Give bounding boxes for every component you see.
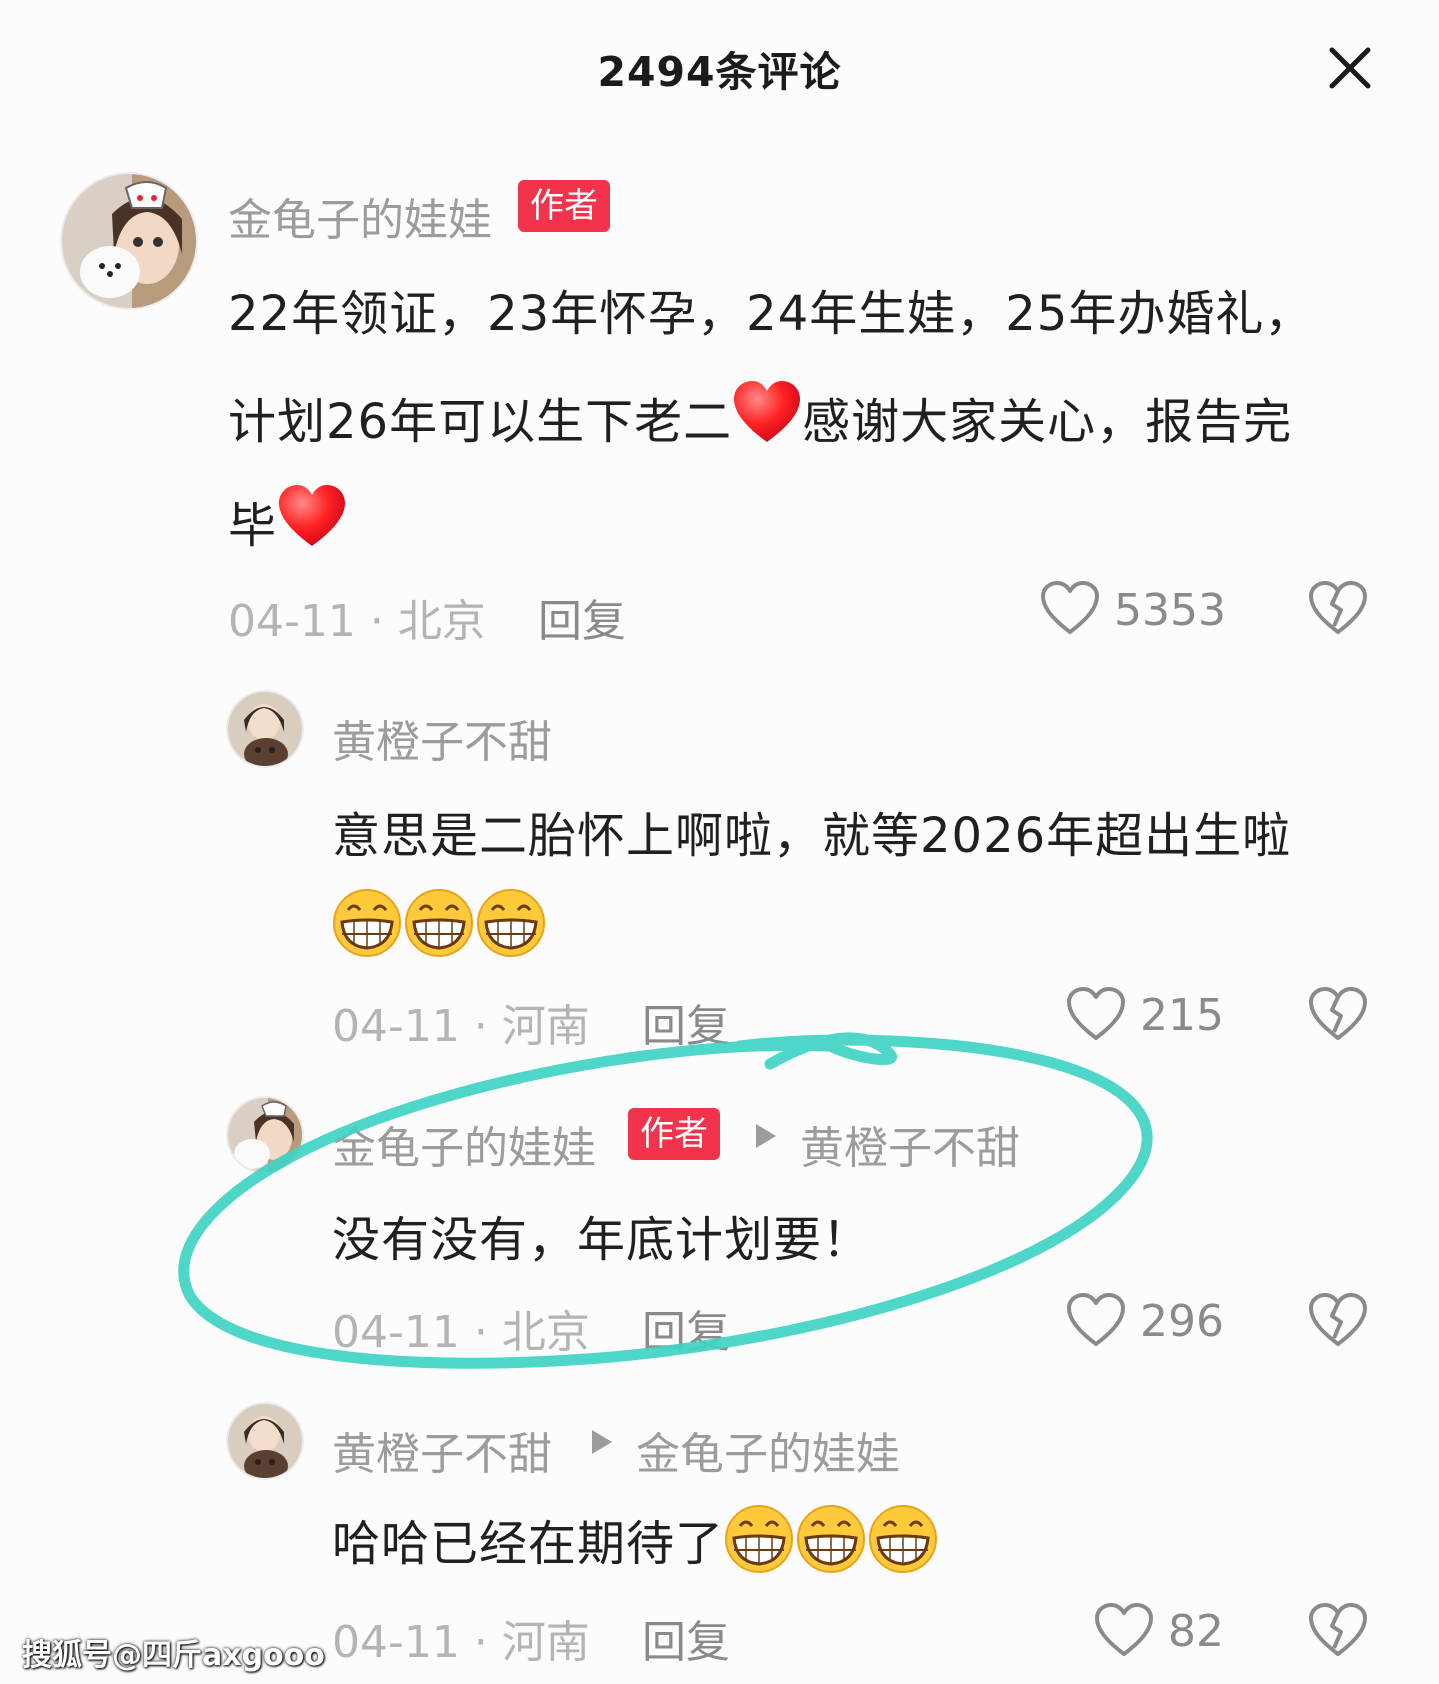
avatar-image bbox=[228, 1404, 302, 1478]
grinning-emoji bbox=[797, 1505, 866, 1573]
comment-username[interactable]: 金龟子的娃娃 bbox=[332, 1112, 596, 1176]
like-count: 5353 bbox=[1114, 585, 1226, 636]
grinning-emoji bbox=[477, 889, 545, 957]
like-count: 82 bbox=[1168, 1606, 1224, 1657]
heart-outline-icon[interactable] bbox=[1066, 986, 1126, 1042]
comment-emoji-line bbox=[332, 888, 548, 958]
comment-text-line: 计划26年可以生下老二 感谢大家关心，报告完 bbox=[228, 380, 1292, 452]
comment-username[interactable]: 黄橙子不甜 bbox=[332, 1418, 552, 1482]
broken-heart-icon[interactable] bbox=[1308, 580, 1368, 636]
avatar[interactable] bbox=[226, 1402, 304, 1480]
comment-date-location: 04-11 · 北京 bbox=[228, 596, 486, 647]
comment-date-location: 04-11 · 河南 bbox=[332, 1001, 590, 1052]
heart-outline-icon[interactable] bbox=[1094, 1602, 1154, 1658]
avatar-image bbox=[228, 692, 302, 766]
reply-button[interactable]: 回复 bbox=[642, 1606, 730, 1670]
heart-outline-icon[interactable] bbox=[1040, 580, 1100, 636]
author-badge: 作者 bbox=[628, 1108, 720, 1160]
close-icon[interactable] bbox=[1326, 44, 1374, 92]
broken-heart-icon[interactable] bbox=[1308, 1602, 1368, 1658]
reply-to-username[interactable]: 黄橙子不甜 bbox=[800, 1112, 1020, 1176]
comment-date-location: 04-11 · 河南 bbox=[332, 1617, 590, 1668]
comment-text-line: 哈哈已经在期待了 bbox=[332, 1504, 940, 1574]
reply-button[interactable]: 回复 bbox=[642, 1296, 730, 1360]
comment-text-fragment: 哈哈已经在期待了 bbox=[332, 1516, 725, 1572]
reply-to-username[interactable]: 金龟子的娃娃 bbox=[636, 1418, 900, 1482]
broken-heart-icon[interactable] bbox=[1308, 1292, 1368, 1348]
red-heart-emoji bbox=[279, 485, 346, 546]
comment-text-line: 毕 bbox=[228, 484, 347, 556]
reply-arrow-icon bbox=[756, 1124, 776, 1148]
grinning-emoji bbox=[405, 889, 473, 957]
red-heart-emoji bbox=[734, 381, 801, 442]
avatar[interactable] bbox=[226, 1096, 304, 1174]
reply-arrow-icon bbox=[592, 1430, 612, 1454]
heart-outline-icon[interactable] bbox=[1066, 1292, 1126, 1348]
comments-count-title: 2494条评论 bbox=[597, 48, 842, 96]
watermark: 搜狐号@四斤axgooo bbox=[22, 1638, 325, 1673]
grinning-emoji bbox=[333, 889, 401, 957]
comment-text-fragment: 感谢大家关心，报告完 bbox=[802, 394, 1293, 450]
author-badge: 作者 bbox=[518, 180, 610, 232]
reply-button[interactable]: 回复 bbox=[642, 990, 730, 1054]
comment-text-line: 没有没有，年底计划要！ bbox=[332, 1212, 872, 1268]
broken-heart-icon[interactable] bbox=[1308, 986, 1368, 1042]
avatar[interactable] bbox=[60, 172, 198, 310]
comment-date-location: 04-11 · 北京 bbox=[332, 1307, 590, 1358]
grinning-emoji bbox=[725, 1505, 794, 1573]
grinning-emoji bbox=[869, 1505, 938, 1573]
comment-text-fragment: 毕 bbox=[228, 498, 278, 554]
comment-text-line: 意思是二胎怀上啊啦，就等2026年超出生啦 bbox=[332, 808, 1292, 864]
avatar-image bbox=[228, 1098, 302, 1172]
comment-username[interactable]: 金龟子的娃娃 bbox=[228, 184, 492, 248]
avatar-image bbox=[62, 174, 196, 308]
comment-username[interactable]: 黄橙子不甜 bbox=[332, 706, 552, 770]
comment-text-line: 22年领证，23年怀孕，24年生娃，25年办婚礼， bbox=[228, 286, 1314, 342]
comment-text-fragment: 计划26年可以生下老二 bbox=[228, 394, 733, 450]
avatar[interactable] bbox=[226, 690, 304, 768]
like-count: 215 bbox=[1140, 990, 1224, 1041]
reply-button[interactable]: 回复 bbox=[538, 585, 626, 649]
like-count: 296 bbox=[1140, 1296, 1224, 1347]
